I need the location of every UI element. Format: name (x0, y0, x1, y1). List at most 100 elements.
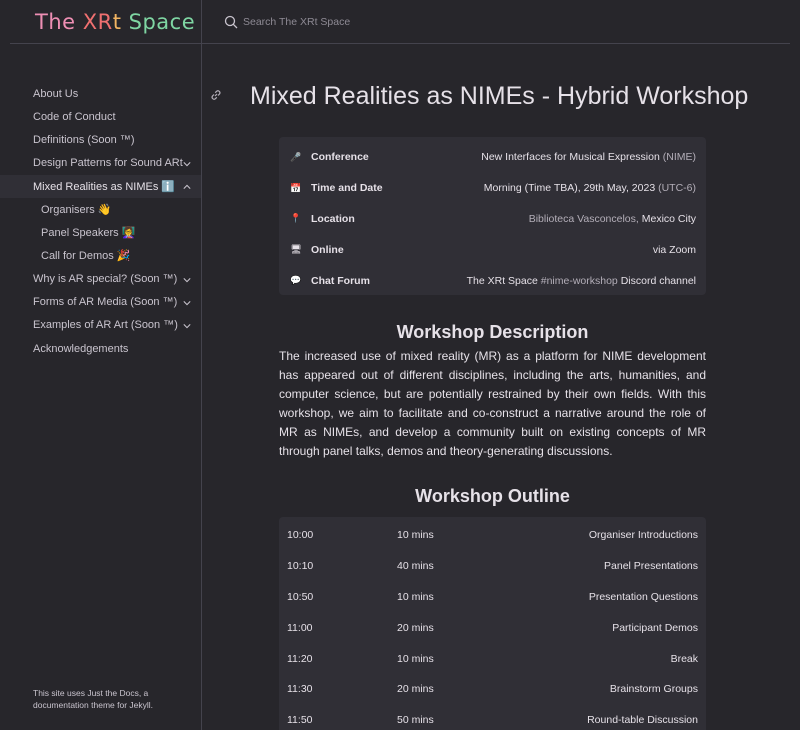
outline-table: 10:00 10 mins Organiser Introductions 10:1… (279, 517, 706, 730)
duration-cell: 10 mins (397, 529, 434, 542)
table-row: 11:50 50 mins Round-table Discussion (287, 705, 698, 730)
info-label: Location (311, 212, 355, 225)
page-title: Mixed Realities as NIMEs - Hybrid Worksh… (250, 82, 749, 110)
info-value: The XRt Space #nime-workshop Discord cha… (451, 275, 696, 287)
table-row: 10:00 10 mins Organiser Introductions (287, 520, 698, 551)
calendar-icon: 📅 (290, 182, 302, 193)
sidebar-nav: About Us Code of Conduct Definitions (So… (0, 82, 201, 360)
duration-cell: 10 mins (397, 590, 434, 603)
sidebar-item-label: Organisers 👋 (41, 204, 112, 217)
table-row: 10:50 10 mins Presentation Questions (287, 582, 698, 613)
info-value-main: New Interfaces for Musical Expression (481, 151, 660, 164)
info-value-muted[interactable]: Biblioteca Vasconcelos, (529, 213, 642, 225)
info-row-conference: 🎤 Conference New Interfaces for Musical … (289, 142, 696, 173)
time-cell: 11:20 (287, 652, 313, 665)
link-icon[interactable] (209, 88, 223, 102)
sidebar-item-definitions[interactable]: Definitions (Soon ™) (0, 128, 201, 151)
duration-cell: 50 mins (397, 714, 434, 727)
table-row: 11:00 20 mins Participant Demos (287, 612, 698, 643)
info-row-time-and-date: 📅 Time and Date Morning (Time TBA), 29th… (289, 173, 696, 204)
outline-heading: Workshop Outline (415, 486, 570, 506)
info-value: via Zoom (451, 244, 696, 256)
speech-bubble-icon: 💬 (290, 275, 302, 286)
site-title-part: The (35, 9, 83, 34)
info-row-online: 🖥 Online via Zoom (289, 234, 696, 265)
search-bar (202, 0, 790, 44)
sidebar-item-examples-of-ar-art[interactable]: Examples of AR Art (Soon ™) (0, 314, 201, 337)
sidebar-item-organisers[interactable]: Organisers 👋 (0, 198, 201, 221)
search-icon (224, 15, 238, 29)
search-input[interactable] (243, 15, 543, 28)
sidebar-item-label: Code of Conduct (33, 110, 116, 123)
time-cell: 11:50 (287, 714, 313, 727)
info-value: Morning (Time TBA), 29th May, 2023 (UTC-… (451, 182, 696, 194)
footer-note: This site uses Just the Docs, a document… (33, 688, 154, 710)
sidebar-item-label: About Us (33, 87, 79, 100)
chevron-down-icon[interactable] (183, 321, 191, 329)
sidebar-item-mixed-realities[interactable]: Mixed Realities as NIMEs ℹ️ (0, 174, 201, 198)
sidebar-item-call-for-demos[interactable]: Call for Demos 🎉 (0, 244, 201, 267)
info-row-chat-forum: 💬 Chat Forum The XRt Space #nime-worksho… (289, 265, 696, 296)
activity-cell: Break (670, 652, 698, 665)
sidebar-item-label: Design Patterns for Sound ARt (33, 157, 183, 170)
duration-cell: 10 mins (397, 652, 434, 665)
sidebar-item-code-of-conduct[interactable]: Code of Conduct (0, 105, 201, 128)
info-value-main: Morning (Time TBA), 29th May, 2023 (483, 182, 656, 195)
sidebar-item-panel-speakers[interactable]: Panel Speakers 👩‍🏫 (0, 221, 201, 244)
sidebar-item-label: Call for Demos 🎉 (41, 250, 131, 263)
sidebar-item-label: Panel Speakers 👩‍🏫 (41, 227, 136, 240)
table-row: 11:20 10 mins Break (287, 643, 698, 674)
time-cell: 10:50 (287, 590, 314, 603)
sidebar-item-label: Definitions (Soon ™) (33, 133, 135, 146)
activity-cell: Participant Demos (612, 621, 698, 634)
sidebar-item-forms-of-ar-media[interactable]: Forms of AR Media (Soon ™) (0, 291, 201, 314)
sidebar-item-why-ar-special[interactable]: Why is AR special? (Soon ™) (0, 268, 201, 291)
activity-cell: Presentation Questions (588, 590, 698, 603)
site-header: The XRt Space (10, 0, 201, 44)
table-row: 11:30 20 mins Brainstorm Groups (287, 674, 698, 705)
info-value-main: via Zoom (652, 243, 696, 256)
info-value: Biblioteca Vasconcelos, Mexico City (451, 213, 696, 225)
activity-cell: Brainstorm Groups (609, 683, 698, 696)
info-label: Conference (311, 151, 369, 164)
discord-channel-link[interactable]: #nime-workshop (541, 275, 618, 287)
description-heading: Workshop Description (396, 322, 589, 342)
info-value: New Interfaces for Musical Expression (N… (451, 151, 696, 163)
info-value-muted: (NIME) (659, 151, 696, 164)
sidebar-item-label: Examples of AR Art (Soon ™) (33, 319, 178, 332)
site-title-part: Space (121, 9, 196, 34)
sidebar-item-design-patterns[interactable]: Design Patterns for Sound ARt (0, 152, 201, 175)
sidebar: The XRt Space About Us Code of Conduct D… (0, 0, 202, 730)
sidebar-item-label: Acknowledgements (33, 342, 129, 355)
site-title-part: XR (82, 9, 113, 34)
time-cell: 10:10 (287, 560, 314, 573)
info-label: Chat Forum (311, 274, 370, 287)
time-cell: 11:30 (287, 683, 313, 696)
info-label: Online (311, 243, 344, 256)
sidebar-item-label: Mixed Realities as NIMEs ℹ️ (33, 180, 176, 193)
info-value-main: Mexico City (641, 212, 696, 225)
site-title-link[interactable]: The XRt Space (35, 10, 195, 34)
duration-cell: 40 mins (397, 560, 434, 573)
activity-cell: Round-table Discussion (587, 714, 698, 727)
microphone-icon: 🎤 (290, 151, 302, 162)
duration-cell: 20 mins (397, 683, 434, 696)
sidebar-item-acknowledgements[interactable]: Acknowledgements (0, 337, 201, 360)
event-info-card: 🎤 Conference New Interfaces for Musical … (279, 137, 706, 295)
info-value-main: The XRt Space (466, 274, 541, 287)
chevron-down-icon[interactable] (183, 298, 191, 306)
time-cell: 10:00 (287, 529, 314, 542)
computer-icon: 🖥 (290, 244, 302, 255)
chevron-down-icon[interactable] (183, 159, 191, 167)
info-label: Time and Date (311, 182, 383, 195)
sidebar-item-about-us[interactable]: About Us (0, 82, 201, 105)
sidebar-item-label: Forms of AR Media (Soon ™) (33, 296, 178, 309)
chevron-up-icon[interactable] (183, 182, 191, 190)
info-value-muted: (UTC-6) (655, 182, 696, 195)
chevron-down-icon[interactable] (183, 275, 191, 283)
sidebar-item-label: Why is AR special? (Soon ™) (33, 273, 178, 286)
time-cell: 11:00 (287, 621, 313, 634)
info-row-location: 📍 Location Biblioteca Vasconcelos, Mexic… (289, 204, 696, 235)
description-paragraph: The increased use of mixed reality (MR) … (279, 349, 706, 458)
table-row: 10:10 40 mins Panel Presentations (287, 551, 698, 582)
